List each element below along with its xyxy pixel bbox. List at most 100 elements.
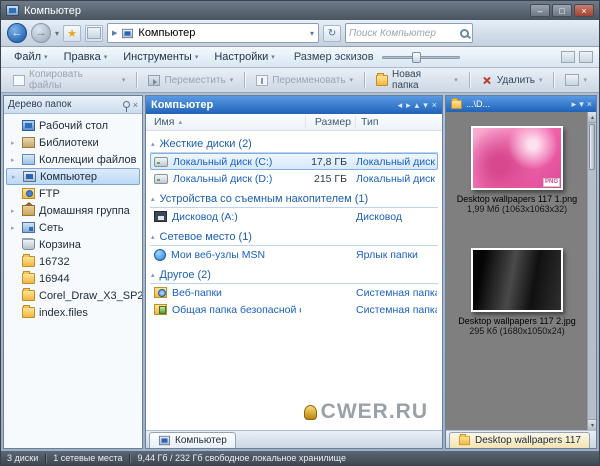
tree-item-homegroup[interactable]: ▸ Домашняя группа [4,202,142,219]
layout-icon[interactable] [561,51,575,63]
panel-close-icon[interactable]: × [587,99,592,109]
tree-item-collections[interactable]: ▸ Коллекции файлов [4,151,142,168]
collection-icon [22,154,35,165]
copy-files-button[interactable]: Копировать файлы ▾ [7,66,131,94]
thumbnail-item[interactable]: Desktop wallpapers 117 2.jpg 295 Кб (168… [450,248,584,336]
slider-track[interactable] [381,56,460,59]
back-button[interactable]: ← [7,23,27,43]
thumbnail-size-slider[interactable] [381,50,460,64]
expander-icon[interactable]: ▸ [12,173,19,181]
collapse-icon[interactable]: ▴ [151,140,155,148]
tab-computer[interactable]: Компьютер [149,432,236,448]
history-dropdown-icon[interactable]: ▾ [55,29,59,38]
expander-icon[interactable]: ▸ [11,207,18,215]
move-icon [148,74,161,86]
file-row-disk-d[interactable]: Локальный диск (D:) 215 ГБ Локальный дис… [150,170,438,187]
nav-right-icon[interactable]: ▸ [406,100,411,111]
panel-close-icon[interactable]: × [133,100,138,110]
nav-down-icon[interactable]: ▾ [423,100,428,111]
nav-up-icon[interactable]: ▴ [415,100,420,111]
column-name[interactable]: Имя ▴ [146,116,306,128]
breadcrumb-arrow-icon[interactable]: ▶ [112,29,117,37]
menu-edit[interactable]: Правка ▾ [57,49,115,65]
breadcrumb[interactable]: Компьютер [138,27,195,39]
move-button[interactable]: Переместить ▾ [142,72,239,89]
file-row-secure-folder[interactable]: Общая папка безопасной среды Системная п… [150,301,438,318]
secure-folder-icon [154,304,167,315]
collapse-icon[interactable]: ▴ [151,271,155,279]
scrollbar-thumb[interactable] [589,124,595,170]
tab-desktop-wallpapers[interactable]: Desktop wallpapers 117 [449,432,590,448]
scrollbar[interactable]: ▴ ▾ [587,112,596,430]
tree-item-folder[interactable]: 16732 [4,253,142,270]
collapse-icon[interactable]: ▴ [151,195,155,203]
tree-item-folder[interactable]: index.files [4,304,142,321]
preview-panel-header[interactable]: ...\D... ▸ ▾ × [446,96,596,112]
search-box[interactable] [345,23,474,43]
file-row-web-folders[interactable]: Веб-папки Системная папка [150,284,438,301]
thumbnail-item[interactable]: PNG Desktop wallpapers 117 1.png 1,99 Мб… [450,126,584,214]
tree-panel-header[interactable]: Дерево папок × [4,96,142,114]
tree-item-desktop[interactable]: Рабочий стол [4,117,142,134]
expander-icon[interactable]: ▸ [11,139,18,147]
wallpaper-1-thumbnail[interactable]: PNG [473,128,561,188]
file-panel-tools: ◂ ▸ ▴ ▾ × [398,100,437,111]
file-list-panel: Компьютер ◂ ▸ ▴ ▾ × Имя ▴ Размер Тип ▴ Же… [145,95,443,449]
maximize-button[interactable]: □ [552,4,572,17]
menu-tools[interactable]: Инструменты ▾ [116,49,205,65]
tree-item-libraries[interactable]: ▸ Библиотеки [4,134,142,151]
nav-down-icon[interactable]: ▾ [579,99,584,110]
group-removable[interactable]: ▴ Устройства со съемным накопителем (1) [150,192,438,208]
address-bar[interactable]: ▶ Компьютер ▾ [107,23,320,43]
new-folder-button[interactable]: Новая папка ▾ [370,66,464,94]
extra-tool-button[interactable]: ▾ [559,71,593,89]
tree-item-recyclebin[interactable]: Корзина [4,236,142,253]
column-type[interactable]: Тип [356,116,442,128]
panel-close-icon[interactable]: × [432,100,437,110]
forward-button[interactable]: → [31,23,51,43]
delete-icon [481,75,493,86]
slider-thumb[interactable] [411,52,421,63]
file-row-floppy-a[interactable]: Дисковод (A:) Дисковод [150,208,438,225]
delete-button[interactable]: Удалить ▾ [475,72,549,89]
group-other[interactable]: ▴ Другое (2) [150,268,438,284]
menu-file[interactable]: Файл ▾ [7,49,55,65]
menu-settings[interactable]: Настройки ▾ [207,49,281,65]
close-button[interactable]: × [574,4,594,17]
nav-left-icon[interactable]: ◂ [398,100,403,111]
file-row-msn[interactable]: Мои веб-узлы MSN Ярлык папки [150,246,438,263]
search-input[interactable] [349,27,461,39]
title-bar[interactable]: Компьютер – □ × [1,1,599,20]
scroll-down-icon[interactable]: ▾ [588,419,596,430]
pin-icon[interactable] [122,101,130,112]
address-dropdown-icon[interactable]: ▾ [310,29,314,38]
tree-item-folder[interactable]: Corel_Draw_X3_SP2 [4,287,142,304]
toolbar-separator [244,72,246,88]
rename-button[interactable]: Переименовать ▾ [250,72,359,89]
expander-icon[interactable]: ▸ [11,156,18,164]
group-hard-disks[interactable]: ▴ Жесткие диски (2) [150,137,438,153]
panel-toggle-icon[interactable] [579,51,593,63]
tree-item-computer[interactable]: ▸ Компьютер [6,168,140,185]
watermark-emblem-icon [303,404,317,420]
nav-right-icon[interactable]: ▸ [572,99,577,110]
thumbnail-caption: Desktop wallpapers 117 2.jpg [458,316,576,326]
refresh-button[interactable]: ↻ [323,24,342,42]
collapse-icon[interactable]: ▴ [151,233,155,241]
expander-icon[interactable]: ▸ [11,224,18,232]
file-panel-header[interactable]: Компьютер ◂ ▸ ▴ ▾ × [146,96,442,114]
search-icon[interactable] [460,28,470,38]
wallpaper-2-thumbnail[interactable] [473,250,561,310]
favorites-star-icon[interactable]: ★ [63,24,82,42]
tree-item-network[interactable]: ▸ Сеть [4,219,142,236]
column-size[interactable]: Размер [306,116,356,128]
tree-item-ftp[interactable]: FTP [4,185,142,202]
scroll-up-icon[interactable]: ▴ [588,112,596,123]
tree-item-folder[interactable]: 16944 [4,270,142,287]
views-button[interactable] [85,24,104,42]
minimize-button[interactable]: – [530,4,550,17]
thumbnail-frame[interactable]: PNG [471,126,563,190]
thumbnail-frame[interactable] [471,248,563,312]
group-network-place[interactable]: ▴ Сетевое место (1) [150,230,438,246]
file-row-disk-c[interactable]: Локальный диск (C:) 17,8 ГБ Локальный ди… [150,153,438,170]
